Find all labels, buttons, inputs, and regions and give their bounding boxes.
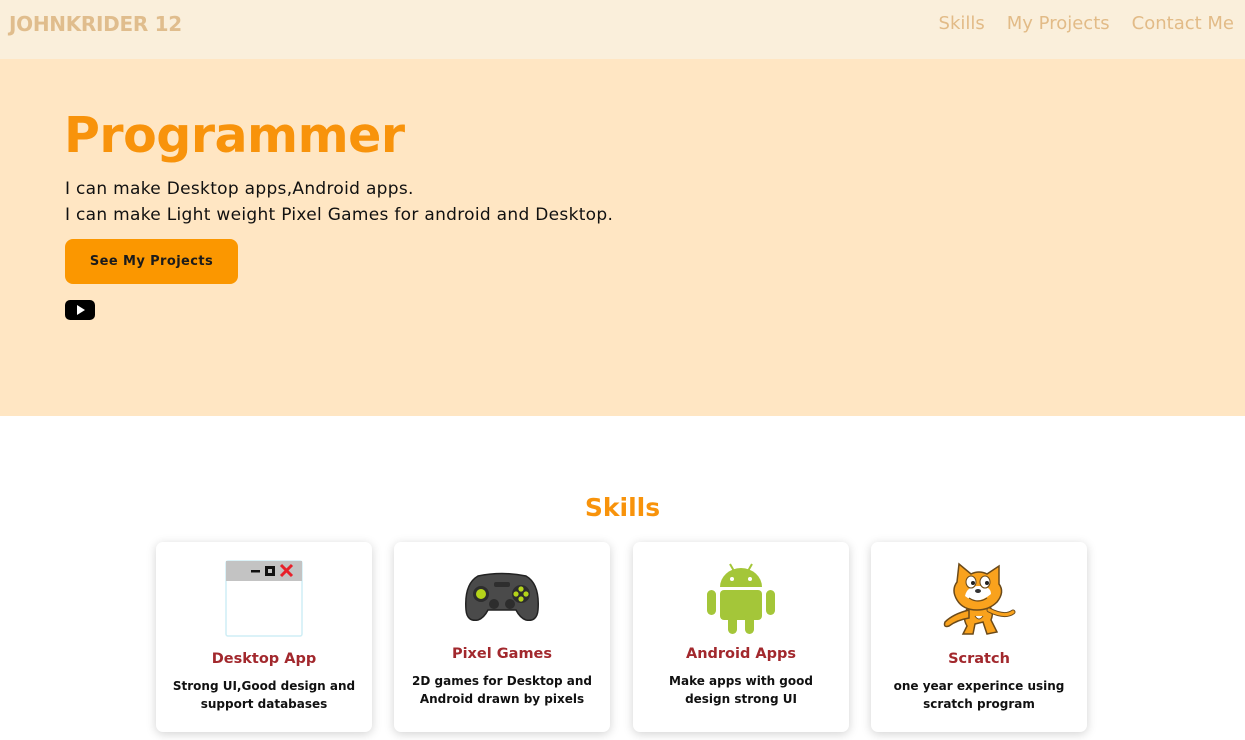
card-description: Make apps with good design strong UI — [669, 674, 813, 706]
brand-logo[interactable]: JOHNKRIDER 12 — [9, 12, 182, 36]
skills-heading: Skills — [584, 493, 661, 522]
card-title: Android Apps — [685, 646, 797, 662]
hero-title: Programmer — [64, 107, 405, 164]
card-description: Strong UI,Good design and support databa… — [172, 679, 356, 711]
skill-card-desktop-app: Desktop App Strong UI,Good design and su… — [156, 542, 372, 732]
hero-section: Programmer I can make Desktop apps,Andro… — [0, 59, 1245, 416]
gamepad-icon — [465, 572, 539, 622]
nav-link-skills[interactable]: Skills — [939, 13, 985, 34]
hero-description-line-1: I can make Desktop apps,Android apps. — [65, 179, 414, 199]
scratch-cat-icon — [943, 562, 1016, 635]
android-icon — [707, 563, 775, 634]
nav-link-contact-me[interactable]: Contact Me — [1132, 13, 1234, 34]
see-my-projects-button[interactable]: See My Projects — [65, 239, 238, 284]
desktop-window-icon — [225, 560, 303, 637]
card-title: Scratch — [948, 651, 1010, 667]
card-title: Desktop App — [211, 651, 317, 667]
card-title: Pixel Games — [451, 646, 553, 662]
youtube-icon[interactable] — [65, 300, 95, 320]
skill-card-pixel-games: Pixel Games 2D games for Desktop and And… — [394, 542, 610, 732]
nav-links: Skills My Projects Contact Me — [939, 13, 1234, 34]
skill-card-scratch: Scratch one year experince using scratch… — [871, 542, 1087, 732]
nav-link-my-projects[interactable]: My Projects — [1007, 13, 1110, 34]
hero-description-line-2: I can make Light weight Pixel Games for … — [65, 205, 614, 225]
card-description: one year experince using scratch program — [893, 679, 1065, 711]
navbar: JOHNKRIDER 12 Skills My Projects Contact… — [0, 0, 1245, 59]
card-description: 2D games for Desktop and Android drawn b… — [412, 674, 592, 706]
skill-card-android-apps: Android Apps Make apps with good design … — [633, 542, 849, 732]
